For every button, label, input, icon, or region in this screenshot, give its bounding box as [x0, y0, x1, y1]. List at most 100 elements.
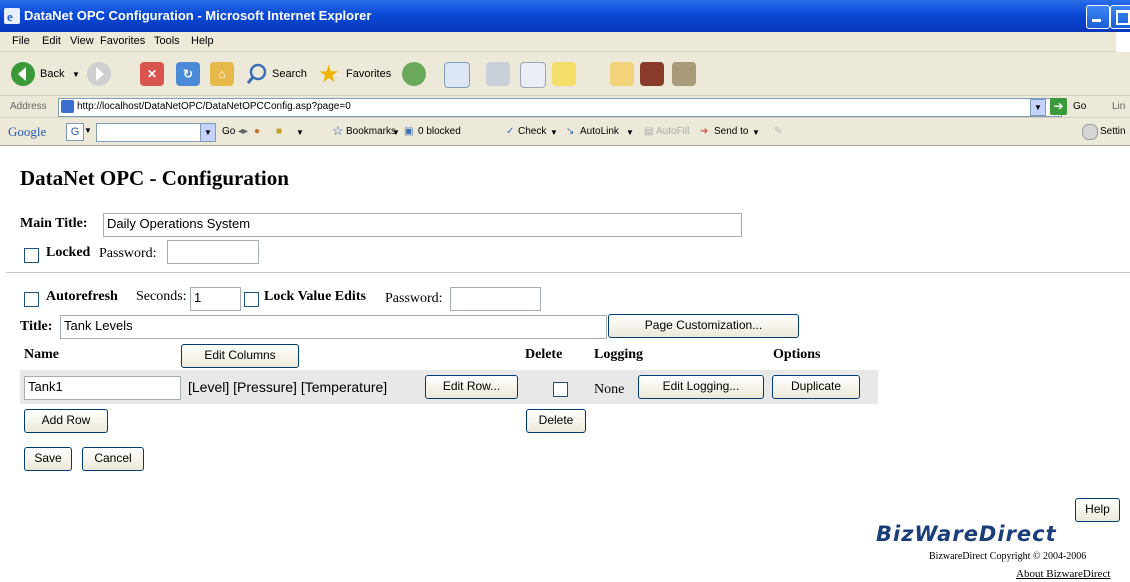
locked-password-input[interactable]: [167, 240, 259, 264]
google-go-button[interactable]: Go: [222, 126, 235, 137]
help-button[interactable]: Help: [1075, 498, 1120, 522]
row-delete-checkbox[interactable]: [553, 382, 568, 397]
autorefresh-checkbox[interactable]: [24, 292, 39, 307]
column-header-logging: Logging: [594, 347, 644, 362]
history-icon[interactable]: [402, 62, 426, 86]
delete-button[interactable]: Delete: [526, 409, 586, 433]
about-bizwaredirect-link[interactable]: About BizwareDirect: [1016, 568, 1110, 580]
main-title-input[interactable]: Daily Operations System: [103, 213, 742, 237]
row-name-input[interactable]: Tank1: [24, 376, 181, 400]
edit-columns-button[interactable]: Edit Columns: [181, 344, 299, 368]
address-bar: Address http://localhost/DataNetOPC/Data…: [0, 96, 1130, 118]
menu-edit[interactable]: Edit: [42, 35, 61, 47]
home-icon[interactable]: ⌂: [210, 62, 234, 86]
google-g-icon[interactable]: G: [66, 123, 84, 141]
google-menu-dropdown-icon[interactable]: ▼: [84, 126, 92, 135]
svg-text:e: e: [7, 9, 13, 24]
google-arrows-icon[interactable]: ◂▸: [238, 126, 248, 137]
address-dropdown-icon[interactable]: ▼: [1030, 99, 1046, 116]
favorites-star-icon[interactable]: ★: [318, 60, 344, 88]
messenger-icon[interactable]: [610, 62, 634, 86]
news-dropdown-icon[interactable]: ▼: [296, 128, 304, 137]
column-header-name: Name: [24, 347, 59, 362]
news-icon[interactable]: ■: [276, 126, 282, 137]
google-logo[interactable]: Google: [8, 124, 46, 140]
favorites-button-label[interactable]: Favorites: [346, 68, 391, 80]
table-row: Tank1 [Level] [Pressure] [Temperature] E…: [20, 370, 878, 404]
back-icon[interactable]: [10, 61, 36, 87]
column-header-options: Options: [773, 347, 821, 362]
print-icon[interactable]: [486, 62, 510, 86]
menu-favorites[interactable]: Favorites: [100, 35, 145, 47]
section-divider: [6, 272, 1130, 273]
row-columns-text: [Level] [Pressure] [Temperature]: [188, 379, 388, 395]
maximize-button[interactable]: [1110, 5, 1130, 29]
window-title: DataNet OPC Configuration - Microsoft In…: [24, 8, 372, 23]
menu-file[interactable]: File: [12, 35, 30, 47]
save-button[interactable]: Save: [24, 447, 72, 471]
highlight-pen-icon: ✎: [774, 126, 783, 137]
edit-icon[interactable]: [520, 62, 546, 88]
autolink-dropdown-icon[interactable]: ▼: [626, 128, 634, 137]
popup-blocker-icon[interactable]: ▣: [404, 126, 413, 137]
cancel-button[interactable]: Cancel: [82, 447, 144, 471]
settings-icon[interactable]: [1082, 124, 1098, 140]
locked-checkbox[interactable]: [24, 248, 39, 263]
k8-icon[interactable]: [640, 62, 664, 86]
discuss-icon[interactable]: [552, 62, 576, 86]
send-to-icon[interactable]: ➜: [700, 126, 708, 137]
autolink-icon[interactable]: ↘: [566, 126, 574, 137]
google-search-dropdown-icon[interactable]: ▼: [200, 123, 216, 142]
minimize-button[interactable]: [1086, 5, 1110, 29]
research-icon[interactable]: [672, 62, 696, 86]
lock-value-edits-password-input[interactable]: [450, 287, 541, 311]
mail-icon[interactable]: [444, 62, 470, 88]
row-logging-value: None: [594, 382, 625, 397]
autolink-button[interactable]: AutoLink: [580, 126, 619, 137]
page-customization-button[interactable]: Page Customization...: [608, 314, 799, 338]
settings-button[interactable]: Settin: [1100, 126, 1126, 137]
google-search-input[interactable]: [96, 123, 202, 142]
menu-help[interactable]: Help: [191, 35, 214, 47]
seconds-input[interactable]: 1: [190, 287, 241, 311]
google-toolbar: Google G ▼ ▼ Go ◂▸ ● ■ ▼ ☆ Bookmarks ▼ ▣…: [0, 118, 1130, 146]
seconds-value: 1: [194, 290, 202, 305]
go-button[interactable]: Go: [1073, 101, 1086, 112]
menu-tools[interactable]: Tools: [154, 35, 180, 47]
edit-logging-button[interactable]: Edit Logging...: [638, 375, 764, 399]
internet-explorer-icon: e: [4, 8, 20, 24]
send-to-button[interactable]: Send to: [714, 126, 748, 137]
address-input[interactable]: http://localhost/DataNetOPC/DataNetOPCCo…: [58, 98, 1062, 117]
spellcheck-icon[interactable]: ✓: [506, 126, 514, 137]
check-button[interactable]: Check: [518, 126, 546, 137]
lock-value-edits-label: Lock Value Edits: [264, 289, 366, 304]
send-to-dropdown-icon[interactable]: ▼: [752, 128, 760, 137]
bookmarks-button[interactable]: Bookmarks: [346, 126, 396, 137]
refresh-icon[interactable]: ↻: [176, 62, 200, 86]
window-title-bar: e DataNet OPC Configuration - Microsoft …: [0, 0, 1130, 32]
bookmarks-star-icon[interactable]: ☆: [332, 123, 344, 139]
stop-icon[interactable]: ✕: [140, 62, 164, 86]
bizwaredirect-logo: BizWareDirect: [876, 522, 1057, 546]
search-icon[interactable]: [246, 63, 268, 85]
edit-row-button[interactable]: Edit Row...: [425, 375, 518, 399]
add-row-button[interactable]: Add Row: [24, 409, 108, 433]
back-dropdown-icon[interactable]: ▼: [72, 70, 80, 79]
bookmarks-dropdown-icon[interactable]: ▼: [392, 128, 400, 137]
address-label: Address: [10, 101, 47, 112]
duplicate-button[interactable]: Duplicate: [772, 375, 860, 399]
check-dropdown-icon[interactable]: ▼: [550, 128, 558, 137]
popups-blocked-label[interactable]: 0 blocked: [418, 126, 461, 137]
menu-bar: File Edit View Favorites Tools Help: [0, 32, 1130, 52]
search-button-label[interactable]: Search: [272, 68, 307, 80]
links-label[interactable]: Lin: [1112, 101, 1125, 112]
column-header-delete: Delete: [525, 347, 563, 362]
pagerank-icon[interactable]: ●: [254, 126, 260, 137]
back-label[interactable]: Back: [40, 68, 64, 80]
forward-icon[interactable]: [86, 61, 112, 87]
menu-view[interactable]: View: [70, 35, 94, 47]
go-arrow-icon[interactable]: ➔: [1050, 98, 1067, 115]
title-input[interactable]: Tank Levels: [60, 315, 607, 339]
standard-toolbar: Back ▼ ✕ ↻ ⌂ Search ★ Favorites: [0, 52, 1130, 96]
lock-value-edits-checkbox[interactable]: [244, 292, 259, 307]
